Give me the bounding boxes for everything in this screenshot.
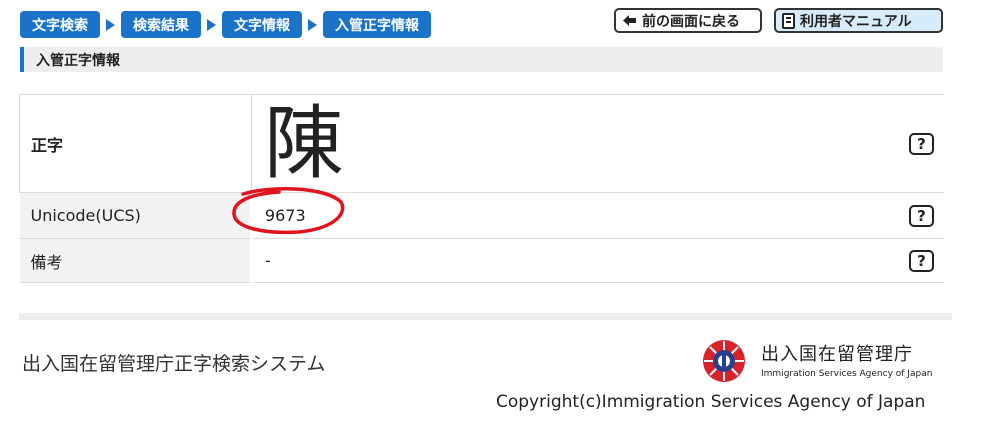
breadcrumb-item-char-info[interactable]: 文字情報 — [222, 11, 302, 38]
table-row: Unicode(UCS) 9673 ? — [19, 187, 944, 239]
row-label-seiji: 正字 — [19, 94, 252, 193]
table-row: 備考 - ? — [19, 238, 944, 283]
table-row: 正字 陳 ? — [19, 94, 944, 193]
help-icon[interactable]: ? — [909, 204, 934, 227]
breadcrumb-arrow-icon — [308, 18, 317, 31]
help-icon[interactable]: ? — [909, 132, 934, 155]
footer-divider — [19, 313, 952, 320]
user-manual-button[interactable]: 利用者マニュアル — [774, 8, 943, 33]
remarks-value: - — [251, 238, 866, 283]
back-button[interactable]: 前の画面に戻る — [614, 8, 762, 33]
copyright-text: Copyright(c)Immigration Services Agency … — [496, 392, 926, 412]
document-icon — [782, 12, 795, 29]
arrow-left-icon — [622, 14, 637, 27]
row-label-unicode: Unicode(UCS) — [19, 192, 253, 239]
unicode-value-wrap: 9673 — [232, 187, 345, 235]
breadcrumb-arrow-icon — [207, 18, 216, 31]
user-manual-button-label: 利用者マニュアル — [800, 13, 912, 30]
section-title: 入管正字情報 — [20, 47, 943, 72]
help-icon[interactable]: ? — [909, 249, 934, 272]
agency-name-en: Immigration Services Agency of Japan — [761, 369, 933, 379]
row-label-remarks: 備考 — [19, 238, 253, 283]
breadcrumb-item-current: 入管正字情報 — [323, 11, 431, 38]
back-button-label: 前の画面に戻る — [642, 13, 740, 30]
char-info-table: 正字 陳 ? Unicode(UCS) 9673 ? 備考 - ? — [19, 94, 944, 283]
breadcrumb-item-search-results[interactable]: 検索結果 — [121, 11, 201, 38]
system-name: 出入国在留管理庁正字検索システム — [22, 353, 326, 375]
breadcrumb-arrow-icon — [106, 18, 115, 31]
breadcrumb-item-char-search[interactable]: 文字検索 — [20, 11, 100, 38]
unicode-value: 9673 — [264, 206, 306, 225]
agency-name-ja: 出入国在留管理庁 — [761, 344, 913, 365]
breadcrumb: 文字検索 検索結果 文字情報 入管正字情報 — [20, 11, 431, 38]
kanji-glyph: 陳 — [263, 96, 344, 190]
agency-logo-icon — [702, 339, 746, 387]
